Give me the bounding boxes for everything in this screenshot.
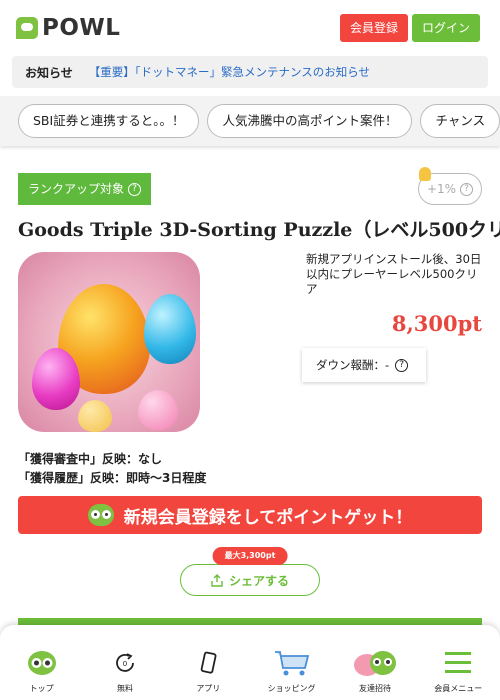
phone-icon	[201, 651, 217, 674]
nav-label: 友達招待	[358, 684, 391, 693]
header: POWL 会員登録 ログイン	[0, 0, 500, 56]
nav-label: 会員メニュー	[434, 684, 483, 693]
tag-chip[interactable]: SBI証券と連携すると。。！	[18, 104, 200, 138]
bottom-nav: トップ 0 無料 アプリ ショッピング 友達招待 会員メニュー	[0, 625, 500, 700]
signup-button[interactable]: 会員登録	[339, 14, 408, 42]
help-icon: ?	[460, 182, 474, 196]
notice-label: お知らせ	[25, 65, 73, 80]
cart-icon	[274, 651, 309, 676]
nav-label: アプリ	[196, 684, 221, 693]
offer-condition: 新規アプリインストール後、30日以内にプレーヤーレベル500クリア	[306, 252, 482, 296]
reflection-status: 「獲得審査中」反映：なし 「獲得履歴」反映：即時～3日程度	[18, 450, 482, 488]
login-button[interactable]: ログイン	[411, 14, 480, 42]
rank-up-badge[interactable]: ランクアップ対象 ?	[18, 173, 152, 205]
offer-points: 8,300pt	[391, 311, 482, 336]
nav-item-free[interactable]: 0 無料	[90, 649, 160, 694]
offer-title: Goods Triple 3D-Sorting Puzzle（レベル500クリア…	[18, 219, 500, 241]
share-button[interactable]: シェアする	[180, 564, 320, 596]
menu-icon	[445, 652, 472, 673]
share-label: シェアする	[228, 573, 289, 588]
share-icon	[211, 573, 223, 587]
register-cta-button[interactable]: 新規会員登録をしてポイントゲット！	[18, 496, 482, 534]
bonus-pill-label: +1%	[426, 182, 457, 196]
tag-scroller[interactable]: SBI証券と連携すると。。！ 人気沸騰中の高ポイント案件！ チャンス	[0, 96, 500, 146]
nav-label: トップ	[29, 684, 54, 693]
friends-icon	[353, 651, 396, 676]
notice-link[interactable]: 【重要】「ドットマネー」緊急メンテナンスのお知らせ	[89, 64, 370, 80]
nav-label: 無料	[116, 684, 133, 693]
logo-owl-icon	[16, 17, 38, 39]
svg-text:0: 0	[123, 660, 127, 668]
help-icon[interactable]: ?	[395, 358, 409, 372]
nav-item-app[interactable]: アプリ	[173, 649, 243, 694]
tag-chip[interactable]: チャンス	[420, 104, 500, 138]
notice-bar: お知らせ 【重要】「ドットマネー」緊急メンテナンスのお知らせ	[12, 56, 488, 88]
nav-item-member-menu[interactable]: 会員メニュー	[423, 649, 493, 694]
tag-chip[interactable]: 人気沸騰中の高ポイント案件！	[207, 104, 413, 138]
down-reward-label: ダウン報酬：-	[316, 358, 390, 372]
nav-label: ショッピング	[267, 684, 316, 693]
lightbulb-icon	[419, 167, 431, 181]
help-icon[interactable]: ?	[128, 182, 142, 196]
app-icon	[18, 252, 200, 432]
down-reward-box[interactable]: ダウン報酬：- ?	[302, 348, 426, 382]
bonus-pill[interactable]: +1% ?	[418, 167, 482, 205]
nav-item-invite[interactable]: 友達招待	[340, 649, 410, 694]
status-history: 「獲得履歴」反映：即時～3日程度	[18, 471, 207, 485]
status-pending: 「獲得審査中」反映：なし	[18, 452, 163, 466]
offer-detail: ランクアップ対象 ? +1% ? Goods Triple 3D-Sorting…	[0, 167, 500, 658]
cta-label: 新規会員登録をしてポイントゲット！	[123, 507, 413, 528]
nav-item-top[interactable]: トップ	[7, 649, 77, 694]
page: POWL 会員登録 ログイン お知らせ 【重要】「ドットマネー」緊急メンテナンス…	[0, 0, 500, 700]
share-max-badge: 最大3,300pt	[212, 547, 288, 565]
owl-icon	[27, 651, 56, 675]
nav-item-shopping[interactable]: ショッピング	[257, 649, 327, 694]
rank-badge-label: ランクアップ対象	[28, 182, 125, 196]
logo-text: POWL	[42, 15, 121, 41]
free-icon: 0	[116, 653, 134, 672]
logo[interactable]: POWL	[16, 15, 120, 41]
owl-icon	[87, 504, 114, 526]
